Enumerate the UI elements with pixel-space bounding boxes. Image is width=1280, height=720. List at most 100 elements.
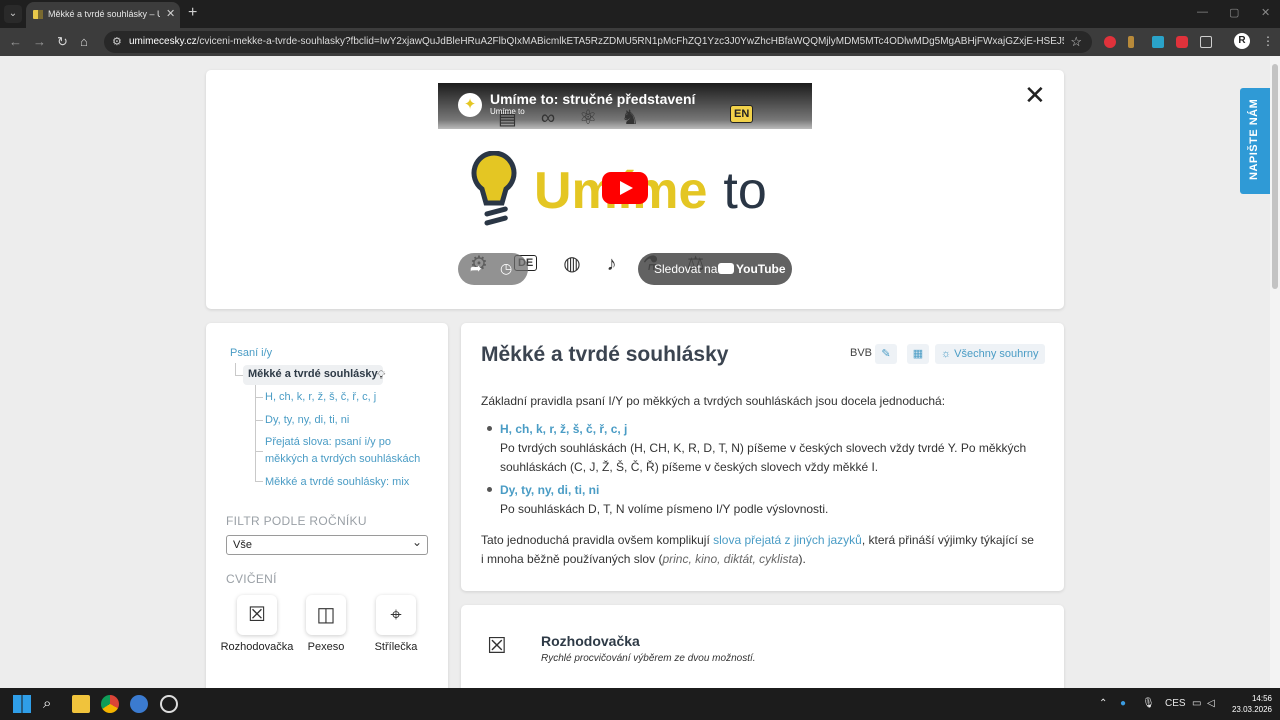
subtopic-link-prejata-slova[interactable]: Přejatá slova: psaní i/y po měkkých a tvr… — [265, 434, 420, 468]
browser-tab[interactable]: Měkké a tvrdé souhlásky – Umí ✕ — [26, 2, 180, 28]
browser-menu-icon[interactable]: ⋮ — [1262, 34, 1274, 48]
outro-text: Tato jednoduchá pravidla ovšem komplikuj… — [481, 533, 1034, 566]
youtube-embed[interactable]: ▤∞⚛♞ ✦ Umíme to: stručné představení Umí… — [438, 83, 812, 295]
video-header: ▤∞⚛♞ ✦ Umíme to: stručné představení Umí… — [438, 83, 812, 129]
bullet-dot — [487, 487, 492, 492]
windows-taskbar: ⌕ ⌃ ● 🎙︎ CES ▭ ◁ 14:56 23.03.2026 — [0, 688, 1280, 720]
extensions-puzzle-icon[interactable] — [1200, 36, 1212, 48]
site-info-icon[interactable]: ⚙ — [112, 35, 122, 48]
new-tab-button[interactable]: + — [188, 4, 197, 22]
page-viewport: ▤∞⚛♞ ✦ Umíme to: stručné představení Umí… — [0, 56, 1270, 688]
video-share-later-pill[interactable]: ➦ ◷ — [458, 253, 528, 285]
windows-start-icon[interactable] — [13, 695, 31, 713]
site-favicon-icon — [33, 10, 43, 19]
qr-code-icon[interactable]: ▦ — [907, 344, 929, 364]
browser-toolbar: ← → ↻ ⌂ ⚙ umimecesky.cz/cviceni-mekke-a-… — [0, 28, 1280, 56]
brand-wordmark: Umímeto — [534, 162, 767, 220]
exercises-label: CVIČENÍ — [226, 572, 277, 586]
lightbulb-icon[interactable]: 💡︎ — [377, 368, 385, 383]
chrome-icon[interactable] — [101, 695, 119, 713]
subtopic-link-hchk[interactable]: H, ch, k, r, ž, š, č, ř, c, j — [265, 389, 376, 406]
volume-icon[interactable]: ◁ — [1207, 698, 1215, 709]
pexeso-tile-icon[interactable]: ◫ — [306, 595, 346, 635]
tree-connector — [235, 375, 243, 376]
activity-title[interactable]: Rozhodovačka — [541, 633, 640, 649]
tree-connector — [255, 451, 263, 452]
extension-icon[interactable] — [1104, 36, 1116, 48]
activity-subtitle: Rychlé procvičování výběrem ze dvou možn… — [541, 653, 756, 664]
browser-tab-bar: ⌄ Měkké a tvrdé souhlásky – Umí ✕ + — ▢ … — [0, 0, 1280, 28]
pencil-icon[interactable]: ✎ — [875, 344, 897, 364]
sidebar: Psaní i/y Měkké a tvrdé souhlásky 💡︎ H, … — [206, 323, 448, 688]
url-text[interactable]: umimecesky.cz/cviceni-mekke-a-tvrde-souh… — [129, 36, 1064, 47]
grade-filter-select[interactable]: Vše — [226, 535, 428, 555]
rule-text-2: Po souhláskách D, T, N volíme písmeno I/… — [500, 502, 829, 516]
input-language[interactable]: CES — [1165, 698, 1186, 709]
extension-icon[interactable] — [1128, 36, 1134, 48]
close-video-icon[interactable]: ✕ — [1024, 80, 1046, 111]
search-icon[interactable]: ⌕ — [43, 695, 61, 713]
extension-icon[interactable] — [1176, 36, 1188, 48]
maximize-icon[interactable]: ▢ — [1229, 6, 1239, 19]
article-card: Měkké a tvrdé souhlásky BVB ✎ ▦ ☼ Všechn… — [461, 323, 1064, 591]
bullet-dot — [487, 426, 492, 431]
exercise-label-rozhodovacka[interactable]: Rozhodovačka — [217, 641, 297, 653]
app-icon[interactable] — [130, 695, 148, 713]
video-channel[interactable]: Umíme to — [490, 107, 525, 116]
page-scrollbar[interactable] — [1270, 56, 1280, 688]
network-icon[interactable]: ▭ — [1192, 698, 1201, 709]
microphone-icon[interactable]: 🎙︎ — [1142, 698, 1155, 709]
exercise-label-pexeso[interactable]: Pexeso — [286, 641, 366, 653]
address-bar[interactable]: ⚙ umimecesky.cz/cviceni-mekke-a-tvrde-so… — [104, 31, 1092, 53]
page-title: Měkké a tvrdé souhlásky — [481, 343, 729, 366]
tray-app-icon[interactable]: ● — [1120, 698, 1126, 709]
forward-icon[interactable]: → — [33, 34, 46, 49]
tray-chevron-icon[interactable]: ⌃ — [1099, 698, 1107, 709]
system-clock[interactable]: 14:56 23.03.2026 — [1228, 693, 1272, 715]
lang-bubble-icon: EN — [730, 105, 754, 123]
video-card: ▤∞⚛♞ ✦ Umíme to: stručné představení Umí… — [206, 70, 1064, 309]
window-close-icon[interactable]: ✕ — [1261, 6, 1270, 19]
grade-filter-label: FILTR PODLE ROČNÍKU — [226, 514, 367, 528]
rule-heading-1: H, ch, k, r, ž, š, č, ř, c, j — [500, 422, 628, 436]
youtube-play-button[interactable] — [602, 172, 648, 204]
tab-close-icon[interactable]: ✕ — [166, 7, 175, 20]
feedback-tab[interactable]: NAPIŠTE NÁM — [1240, 88, 1270, 194]
tab-search-button[interactable]: ⌄ — [4, 5, 22, 23]
extension-icon[interactable] — [1152, 36, 1164, 48]
scrollbar-thumb[interactable] — [1272, 64, 1278, 289]
reload-icon[interactable]: ↻ — [57, 34, 68, 50]
exercise-label-strilecka[interactable]: Střílečka — [356, 641, 436, 653]
rozhodovacka-icon: ☒ — [487, 633, 507, 658]
tree-connector — [255, 420, 263, 421]
activity-card[interactable]: ☒ Rozhodovačka Rychlé procvičování výběr… — [461, 605, 1064, 688]
tab-title: Měkké a tvrdé souhlásky – Umí — [48, 9, 160, 19]
channel-avatar[interactable]: ✦ — [458, 93, 482, 117]
minimize-icon[interactable]: — — [1197, 6, 1208, 18]
subtopic-link-mix[interactable]: Měkké a tvrdé souhlásky: mix — [265, 474, 409, 491]
bvb-label[interactable]: BVB — [850, 347, 872, 359]
watch-later-clock-icon[interactable]: ◷ — [500, 260, 512, 277]
breadcrumb-current: Měkké a tvrdé souhlásky — [243, 365, 383, 385]
back-icon[interactable]: ← — [9, 34, 22, 49]
subtopic-link-dytyny[interactable]: Dy, ty, ny, di, ti, ni — [265, 412, 349, 429]
breadcrumb-root-link[interactable]: Psaní i/y — [230, 347, 272, 359]
borrowed-words-link[interactable]: slova přejatá z jiných jazyků — [713, 533, 862, 547]
bookmark-star-icon[interactable]: ☆ — [1070, 34, 1082, 50]
tree-connector — [235, 363, 236, 375]
lightbulb-logo-icon — [471, 151, 517, 226]
watch-on-youtube-button[interactable]: Sledovat na YouTube — [638, 253, 792, 285]
rule-heading-2: Dy, ty, ny, di, ti, ni — [500, 483, 600, 497]
rozhodovacka-tile-icon[interactable]: ☒ — [237, 595, 277, 635]
strilecka-tile-icon[interactable]: ⌖ — [376, 595, 416, 635]
home-icon[interactable]: ⌂ — [80, 34, 88, 49]
tree-connector — [255, 385, 256, 481]
tree-connector — [255, 397, 263, 398]
youtube-logo: YouTube — [718, 262, 786, 276]
all-summaries-button[interactable]: ☼ Všechny souhrny — [935, 344, 1045, 364]
video-title[interactable]: Umíme to: stručné představení — [490, 91, 695, 107]
share-icon[interactable]: ➦ — [470, 260, 482, 277]
profile-avatar[interactable]: R — [1234, 33, 1250, 49]
app-icon[interactable] — [160, 695, 178, 713]
file-explorer-icon[interactable] — [72, 695, 90, 713]
